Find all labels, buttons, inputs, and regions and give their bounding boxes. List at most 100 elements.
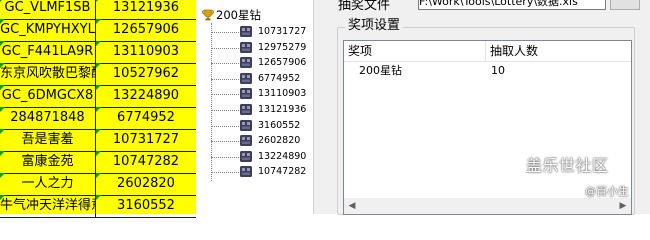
tree-leaf-label: 10747282 [258, 166, 307, 178]
cell-marker-icon [96, 195, 101, 200]
prize-tree: 200星钻 10731727 12975279 12657906 6774952 131… [200, 0, 313, 214]
cell-marker-icon [96, 151, 101, 156]
tree-leaf[interactable]: 6774952 [211, 71, 311, 86]
prize-cell: 200星钻 [359, 64, 402, 77]
trophy-icon [202, 9, 214, 21]
sheet-cell-id[interactable]: 2602820 [96, 173, 196, 195]
watermark-author: @百小生 [585, 185, 629, 198]
sheet-cell-id[interactable]: 10731727 [96, 129, 196, 151]
tree-node-icon [240, 150, 252, 162]
group-title: 奖项设置 [345, 18, 404, 34]
cell-marker-icon [96, 107, 101, 112]
tree-leaf[interactable]: 13224890 [211, 149, 311, 164]
cell-marker-icon [0, 63, 5, 68]
watermark-title: 盖乐世社区 [526, 156, 609, 175]
cell-marker-icon [96, 0, 101, 2]
tree-connector [211, 141, 239, 143]
count-cell: 10 [491, 64, 505, 77]
sheet-cell-id[interactable]: 3160552 [96, 195, 196, 217]
list-row[interactable]: 200星钻 10 [344, 63, 631, 79]
lottery-dialog: 抽奖文件 F:\Work\Tools\Lottery\数据.xls 奖项设置 奖… [313, 0, 650, 215]
tree-root-label[interactable]: 200星钻 [216, 8, 261, 22]
scroll-track[interactable] [360, 198, 615, 214]
tree-leaf[interactable]: 10747282 [211, 164, 311, 179]
sheet-cell-id[interactable]: 10747282 [96, 151, 196, 173]
file-label: 抽奖文件 [338, 0, 391, 13]
cell-marker-icon [0, 107, 5, 112]
cell-marker-icon [0, 41, 5, 46]
tree-leaf-label: 12975279 [258, 41, 307, 53]
cell-marker-icon [0, 173, 5, 178]
sheet-row[interactable]: GC_VLMF1SB 13121936 [0, 0, 196, 20]
scroll-left-icon[interactable]: ◀ [344, 198, 360, 214]
sheet-cell-id[interactable]: 13224890 [96, 85, 196, 107]
tree-leaf-label: 13224890 [258, 150, 307, 162]
scroll-right-icon[interactable]: ▶ [615, 198, 631, 214]
tree-connector [211, 63, 239, 65]
tree-leaf[interactable]: 10731727 [211, 24, 311, 39]
sheet-row[interactable]: GC_F441LA9R 13110903 [0, 41, 196, 64]
sheet-cell-name[interactable]: GC_F441LA9R [0, 41, 96, 63]
sheet-cell-name[interactable]: GC_VLMF1SB [0, 0, 96, 19]
sheet-cell-id[interactable]: 6774952 [96, 107, 196, 129]
sheet-cell-name[interactable]: 一人之力 [0, 173, 96, 195]
tree-leaf-label: 12657906 [258, 57, 307, 69]
horizontal-scrollbar[interactable]: ◀ ▶ [344, 198, 631, 214]
tree-connector [211, 47, 239, 49]
tree-connector [211, 172, 239, 174]
tree-node-icon [240, 72, 252, 84]
cell-marker-icon [0, 85, 5, 90]
sheet-row[interactable]: GC_KMPYHXYL 12657906 [0, 19, 196, 42]
tree-leaf[interactable]: 3160552 [211, 118, 311, 133]
cell-marker-icon [96, 173, 101, 178]
cell-marker-icon [0, 195, 5, 200]
tree-connector [211, 125, 239, 127]
sheet-cell-name[interactable]: 牛气冲天洋洋得意 [0, 195, 96, 217]
sheet-row[interactable]: 吾是害羞 10731727 [0, 129, 196, 152]
cell-marker-icon [0, 151, 5, 156]
sheet-row[interactable]: 富康金苑 10747282 [0, 151, 196, 174]
sheet-cell-id[interactable]: 12657906 [96, 19, 196, 41]
tree-leaf[interactable]: 13110903 [211, 86, 311, 101]
sheet-cell-id[interactable]: 13110903 [96, 41, 196, 63]
cell-marker-icon [0, 0, 5, 2]
tree-connector [211, 110, 239, 111]
sheet-cell-id[interactable]: 13121936 [96, 0, 196, 19]
tree-leaf-label: 13121936 [258, 104, 307, 115]
sheet-row[interactable]: 一人之力 2602820 [0, 173, 196, 196]
tree-leaf-label: 10731727 [258, 26, 307, 37]
tree-leaf[interactable]: 12657906 [211, 55, 311, 70]
tree-connector [211, 156, 239, 158]
list-header: 奖项 抽取人数 [344, 41, 631, 62]
tree-connector [211, 78, 239, 80]
tree-connector [211, 94, 239, 96]
sheet-cell-name[interactable]: 东京风吹散巴黎酮 [0, 63, 96, 85]
sheet-row[interactable]: GC_6DMGCX8 13224890 [0, 85, 196, 108]
sheet-cell-name[interactable]: GC_6DMGCX8 [0, 85, 96, 107]
sheet-cell-id[interactable]: 10527962 [96, 63, 196, 85]
spreadsheet: GC_VLMF1SB 13121936 GC_KMPYHXYL 12657906 GC_… [0, 0, 196, 218]
tree-node-icon [240, 119, 252, 131]
sheet-cell-name[interactable]: 富康金苑 [0, 151, 96, 173]
tree-leaf-label: 2602820 [258, 135, 301, 147]
tree-leaf[interactable]: 13121936 [211, 102, 311, 117]
tree-leaf-label: 6774952 [258, 72, 301, 84]
sheet-row[interactable]: 284871848 6774952 [0, 107, 196, 130]
column-header-prize[interactable]: 奖项 [344, 41, 486, 61]
sheet-row[interactable]: 牛气冲天洋洋得意 3160552 [0, 195, 196, 218]
sheet-cell-name[interactable]: GC_KMPYHXYL [0, 19, 96, 41]
sheet-row[interactable]: 东京风吹散巴黎酮 10527962 [0, 63, 196, 86]
cell-marker-icon [0, 129, 5, 134]
column-header-count[interactable]: 抽取人数 [486, 41, 631, 61]
tree-leaf[interactable]: 12975279 [211, 40, 311, 55]
browse-button[interactable] [610, 0, 640, 10]
tree-node-icon [240, 166, 252, 178]
file-path-input[interactable]: F:\Work\Tools\Lottery\数据.xls [418, 0, 606, 10]
tree-node-icon [240, 26, 252, 37]
cell-marker-icon [0, 19, 5, 24]
cell-marker-icon [96, 129, 101, 134]
sheet-cell-name[interactable]: 284871848 [0, 107, 96, 129]
tree-leaf[interactable]: 2602820 [211, 133, 311, 148]
cell-marker-icon [96, 85, 101, 90]
sheet-cell-name[interactable]: 吾是害羞 [0, 129, 96, 151]
